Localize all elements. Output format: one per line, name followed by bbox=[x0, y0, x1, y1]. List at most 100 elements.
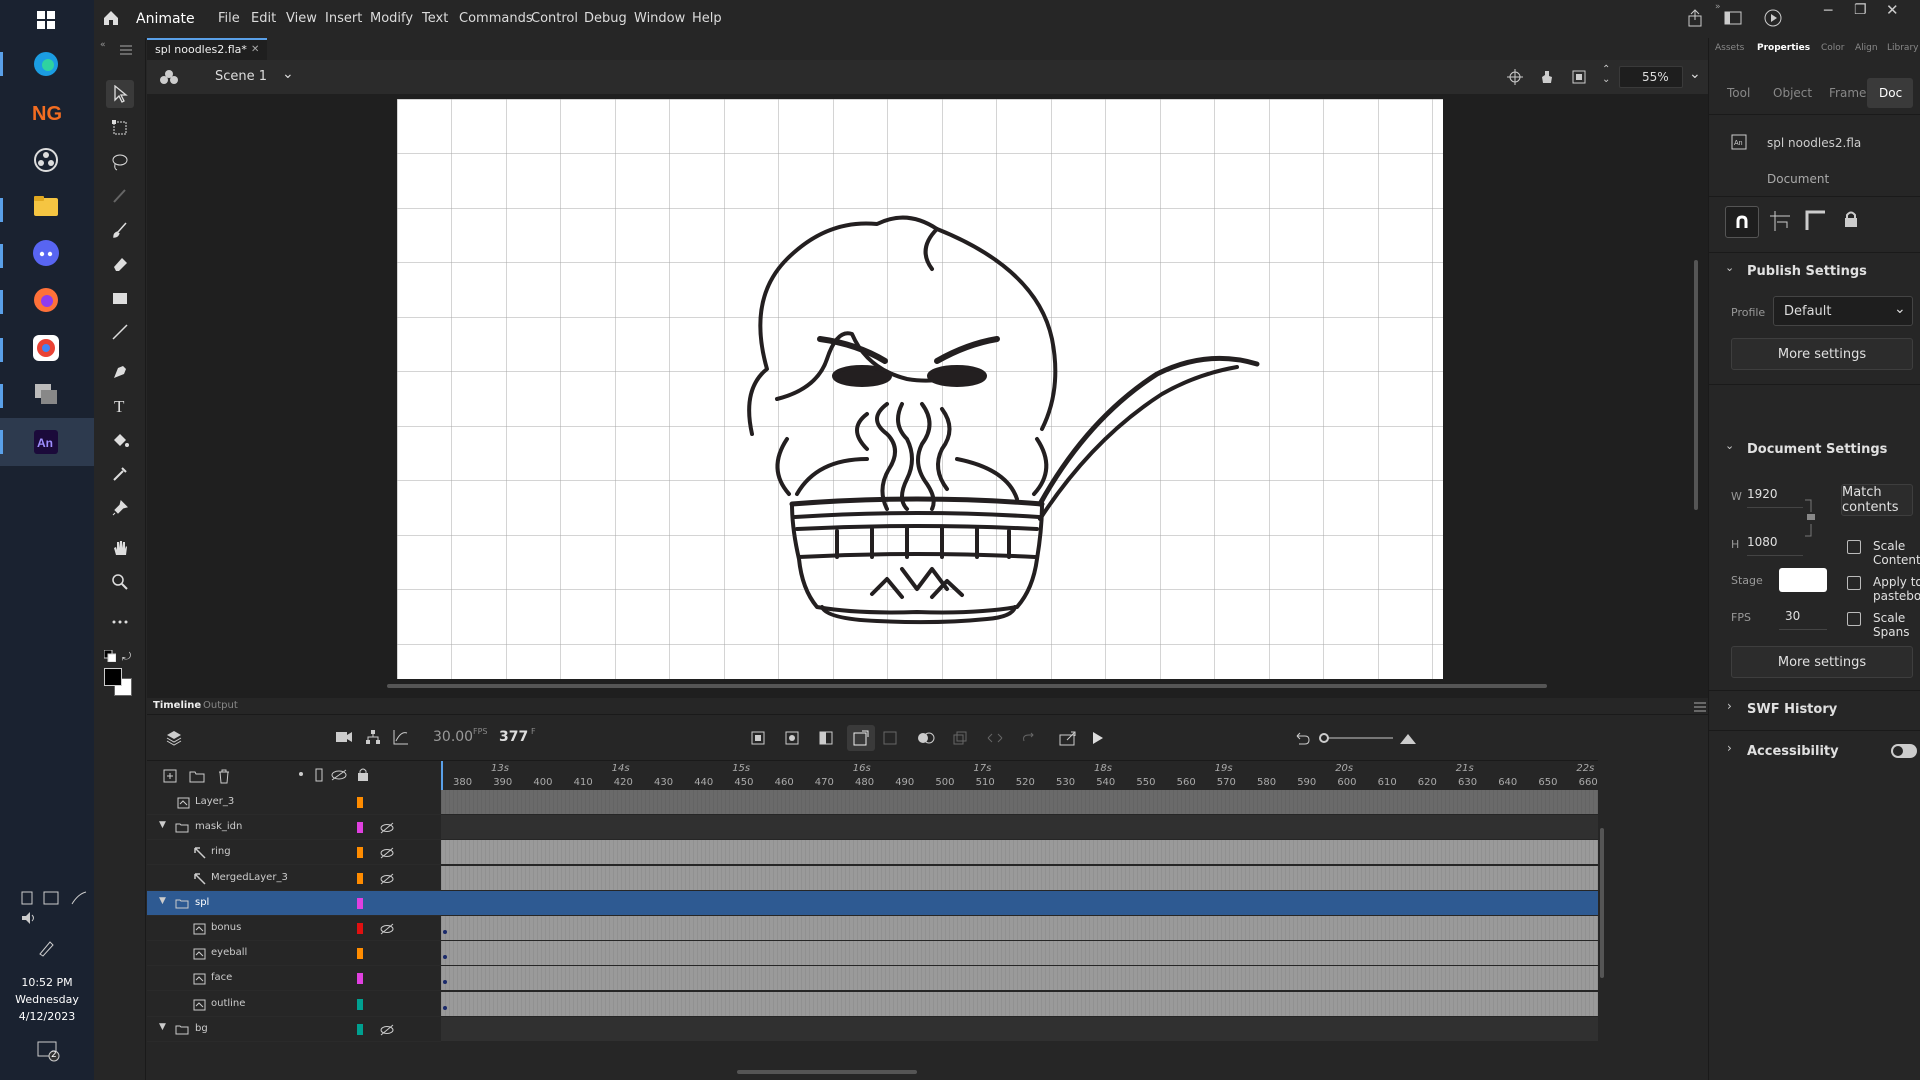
new-folder-icon[interactable] bbox=[189, 769, 205, 786]
onion-outline-icon[interactable] bbox=[953, 731, 967, 748]
scale-content-checkbox[interactable] bbox=[1847, 540, 1861, 554]
layer-row[interactable]: face bbox=[147, 966, 441, 992]
publish-settings-header[interactable]: Publish Settings bbox=[1747, 264, 1867, 279]
stage-color-swatch[interactable] bbox=[1779, 568, 1827, 592]
highlight-icon[interactable] bbox=[299, 772, 303, 776]
keyframe-dot[interactable] bbox=[443, 980, 447, 985]
menu-help[interactable]: Help bbox=[692, 11, 722, 26]
subtab-object[interactable]: Object bbox=[1773, 86, 1812, 100]
vm-icon[interactable] bbox=[28, 376, 64, 412]
eraser-tool-icon[interactable] bbox=[106, 250, 134, 278]
width-field[interactable]: 1920 bbox=[1747, 482, 1803, 508]
show-hide-all-icon[interactable] bbox=[331, 769, 347, 784]
frame-span[interactable] bbox=[441, 941, 1598, 967]
line-tool-icon[interactable] bbox=[106, 318, 134, 346]
notification-icon[interactable]: 2 bbox=[36, 1040, 60, 1065]
timeline-h-scrollbar[interactable] bbox=[737, 1070, 917, 1074]
accessibility-chevron[interactable]: › bbox=[1727, 741, 1732, 755]
scene-name[interactable]: Scene 1 bbox=[215, 69, 267, 84]
scale-spans-checkbox[interactable] bbox=[1847, 612, 1861, 626]
frame-span[interactable] bbox=[441, 815, 1598, 841]
layer-color[interactable] bbox=[357, 923, 363, 934]
layer-row[interactable]: outline bbox=[147, 991, 441, 1017]
layer-color[interactable] bbox=[357, 998, 363, 1010]
current-frame[interactable]: 377 bbox=[499, 729, 528, 745]
folder-toggle-icon[interactable]: ▼ bbox=[159, 1022, 166, 1032]
more-settings-button[interactable]: More settings bbox=[1731, 338, 1913, 370]
new-layer-icon[interactable] bbox=[163, 769, 177, 786]
edit-multiple-icon[interactable] bbox=[987, 731, 1003, 748]
layer-row[interactable]: Layer_3 bbox=[147, 790, 441, 815]
windows-start-icon[interactable] bbox=[28, 2, 64, 38]
frame-ruler[interactable]: 13s 14s 15s 16s 17s 18s 19s 20s 21s 22s 380 390 400… bbox=[441, 760, 1598, 791]
menu-file[interactable]: File bbox=[218, 11, 240, 26]
tab-properties[interactable]: Properties bbox=[1757, 43, 1810, 53]
document-settings-chevron[interactable]: ⌄ bbox=[1725, 439, 1734, 452]
camera-icon[interactable] bbox=[335, 730, 353, 747]
rulers-icon[interactable] bbox=[1805, 210, 1827, 235]
scene-dropdown-icon[interactable]: ⌄ bbox=[282, 66, 294, 82]
subtab-doc[interactable]: Doc bbox=[1867, 78, 1913, 108]
hidden-eye-icon[interactable] bbox=[379, 1024, 395, 1036]
color-swatches[interactable] bbox=[104, 668, 134, 698]
menu-debug[interactable]: Debug bbox=[584, 11, 627, 26]
stage-canvas[interactable] bbox=[397, 99, 1443, 679]
layer-color[interactable] bbox=[357, 872, 363, 884]
firefox-icon[interactable] bbox=[28, 282, 64, 318]
swap-colors-icon[interactable]: ⤾ bbox=[122, 650, 131, 664]
zoom-tool-icon[interactable] bbox=[106, 568, 134, 596]
animate-taskbar-icon[interactable]: An bbox=[28, 424, 64, 460]
newgrounds-icon[interactable]: NG bbox=[28, 94, 64, 130]
workspace-icon[interactable] bbox=[1724, 10, 1742, 29]
hidden-eye-icon[interactable] bbox=[379, 923, 395, 935]
layer-row[interactable]: MergedLayer_3 bbox=[147, 865, 441, 891]
fps-value[interactable]: 30.00 bbox=[433, 729, 473, 745]
swf-history-chevron[interactable]: › bbox=[1727, 699, 1732, 713]
layer-row[interactable]: ring bbox=[147, 840, 441, 866]
collapse-icon[interactable]: « bbox=[100, 40, 106, 50]
keyframe-dot[interactable] bbox=[443, 930, 447, 934]
tab-timeline[interactable]: Timeline bbox=[153, 700, 201, 711]
insert-blank-keyframe-icon[interactable] bbox=[819, 731, 833, 748]
tab-library[interactable]: Library bbox=[1887, 43, 1918, 53]
document-tab[interactable]: spl noodles2.fla* ✕ bbox=[147, 38, 267, 60]
obs-icon[interactable] bbox=[28, 142, 64, 178]
close-icon[interactable]: ✕ bbox=[1886, 1, 1899, 19]
link-dimensions-icon[interactable] bbox=[1805, 498, 1817, 541]
layer-color[interactable] bbox=[357, 847, 363, 859]
rotate-stage-icon[interactable] bbox=[1539, 69, 1555, 88]
swf-history-header[interactable]: SWF History bbox=[1747, 702, 1837, 717]
lock-icon[interactable] bbox=[1843, 210, 1859, 231]
file-explorer-icon[interactable] bbox=[28, 188, 64, 224]
tab-align[interactable]: Align bbox=[1855, 43, 1878, 53]
menu-text[interactable]: Text bbox=[422, 11, 448, 26]
subtab-tool[interactable]: Tool bbox=[1727, 86, 1750, 100]
undo-icon[interactable] bbox=[1293, 730, 1311, 749]
pen-tool-icon[interactable] bbox=[106, 358, 134, 386]
tab-assets[interactable]: Assets bbox=[1715, 43, 1744, 53]
menu-view[interactable]: View bbox=[286, 11, 317, 26]
tray-icons[interactable] bbox=[20, 888, 90, 908]
frame-span[interactable] bbox=[441, 991, 1598, 1017]
lasso-tool-icon[interactable] bbox=[106, 148, 134, 176]
document-settings-header[interactable]: Document Settings bbox=[1747, 442, 1887, 457]
clip-stage-icon[interactable] bbox=[1571, 69, 1587, 88]
zoom-in-timeline-icon[interactable] bbox=[1399, 731, 1417, 748]
panel-expand-icon[interactable]: » bbox=[1715, 2, 1721, 12]
layer-color[interactable] bbox=[357, 973, 363, 985]
more-tools-icon[interactable] bbox=[106, 608, 134, 636]
tab-output[interactable]: Output bbox=[203, 700, 238, 711]
auto-keyframe-icon[interactable] bbox=[847, 725, 875, 751]
minimize-icon[interactable]: ─ bbox=[1824, 3, 1832, 19]
timeline-menu-icon[interactable] bbox=[1694, 701, 1706, 715]
brush-tool-icon[interactable] bbox=[106, 216, 134, 244]
menu-edit[interactable]: Edit bbox=[251, 11, 276, 26]
edge-icon[interactable] bbox=[28, 46, 64, 82]
accessibility-toggle[interactable] bbox=[1891, 744, 1917, 758]
pen-icon[interactable] bbox=[36, 938, 56, 961]
timeline-play-icon[interactable] bbox=[1091, 730, 1105, 749]
lock-all-icon[interactable] bbox=[357, 767, 369, 784]
eyedropper-tool-icon[interactable] bbox=[106, 460, 134, 488]
folder-toggle-icon[interactable]: ▼ bbox=[159, 896, 166, 906]
tab-color[interactable]: Color bbox=[1821, 43, 1845, 53]
